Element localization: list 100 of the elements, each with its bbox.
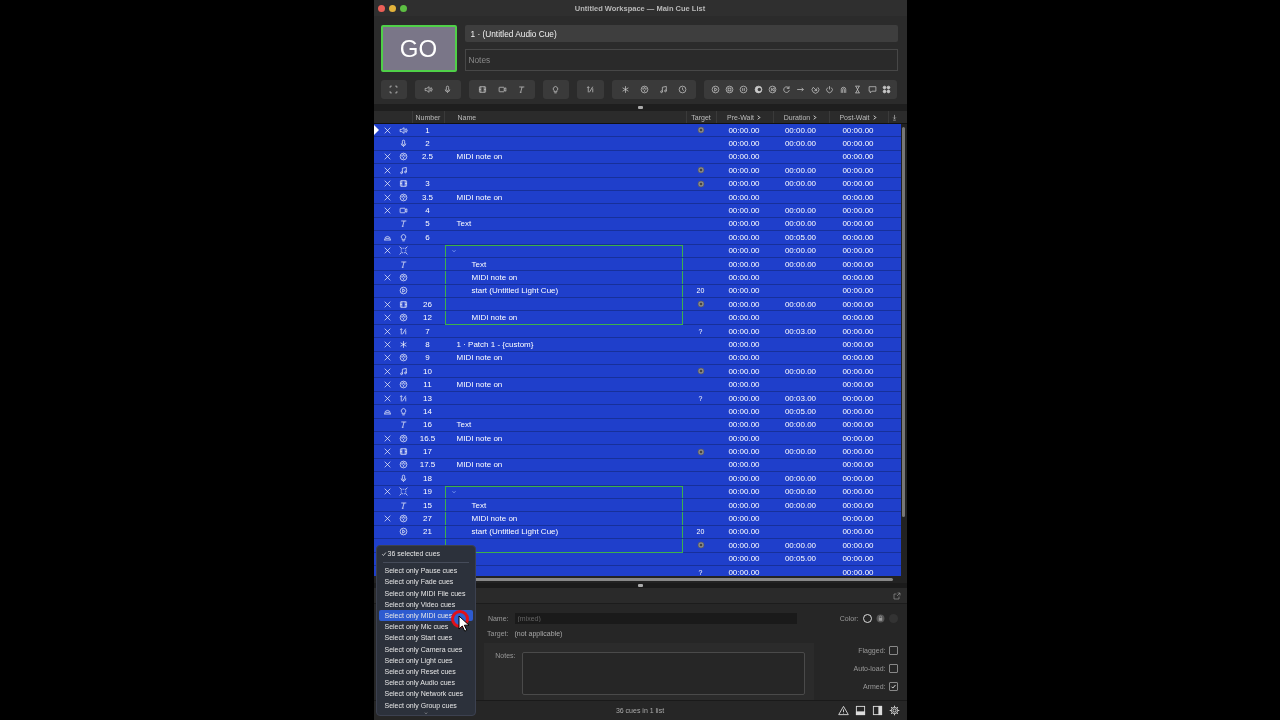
cue-row[interactable]: 1 00:00.00 00:00.00 00:00.00	[373, 124, 901, 138]
splitter-handle[interactable]	[637, 106, 643, 109]
pop-out-icon[interactable]	[892, 591, 901, 600]
post-wait-time: 00:00.00	[842, 192, 874, 202]
play-icon[interactable]	[711, 85, 720, 94]
cue-name: MIDI note on	[471, 273, 518, 282]
settings-icon[interactable]	[888, 705, 900, 716]
stop-icon[interactable]	[725, 85, 735, 94]
cue-number: 27	[423, 514, 432, 523]
cue-name: MIDI note on	[456, 380, 503, 390]
cue-row[interactable]: 12 MIDI note on 00:00.00 00:00.00	[373, 311, 901, 325]
checkbox[interactable]	[888, 646, 898, 655]
cue-number: 16	[423, 420, 432, 430]
duration-time: 00:00.00	[784, 500, 817, 510]
duration-time: 00:00.00	[784, 125, 817, 135]
cue-row[interactable]: 17 00:00.00 00:00.00 00:00.00	[373, 445, 901, 459]
fullscreen-icon[interactable]	[389, 85, 399, 94]
music-note-icon[interactable]	[659, 85, 669, 94]
power-icon[interactable]	[824, 85, 834, 94]
checkbox[interactable]	[888, 682, 898, 691]
pin-icon[interactable]	[891, 113, 898, 121]
post-wait-time: 00:00.00	[842, 139, 874, 149]
cue-row[interactable]: MIDI note on 00:00.00 00:00.00	[373, 271, 901, 285]
cue-number: 15	[423, 500, 432, 510]
cue-name-field[interactable]: 1 · (Untitled Audio Cue)	[464, 25, 898, 42]
scrollbar-thumb[interactable]	[902, 127, 905, 517]
post-wait-time: 00:00.00	[842, 206, 874, 216]
cue-number: 10	[423, 366, 432, 376]
cue-row[interactable]: 14 00:00.00 00:05.00 00:00.00	[373, 405, 901, 419]
minimize-button[interactable]	[388, 4, 396, 12]
cue-row[interactable]: 00:00.00 00:00.00 00:00.00	[373, 164, 901, 178]
load-icon[interactable]	[753, 85, 763, 94]
snowflake-icon[interactable]	[620, 85, 630, 94]
duration-time: 00:00.00	[784, 540, 817, 550]
checkbox[interactable]	[888, 664, 898, 673]
cue-row[interactable]: 10 00:00.00 00:00.00 00:00.00	[373, 365, 901, 379]
hourglass-icon[interactable]	[853, 85, 863, 94]
pre-wait-time: 00:00.00	[728, 514, 760, 523]
cue-row[interactable]: 4 00:00.00 00:00.00 00:00.00	[373, 204, 901, 218]
zoom-button[interactable]	[399, 4, 407, 12]
pre-wait-time: 00:00.00	[728, 540, 760, 550]
post-wait-time: 00:00.00	[842, 540, 874, 550]
post-wait-time: 00:00.00	[842, 353, 874, 363]
duration-time: 00:00.00	[784, 420, 817, 430]
side-panel-icon[interactable]	[871, 705, 883, 716]
pre-wait-time: 00:00.00	[728, 313, 760, 323]
post-wait-time: 00:00.00	[842, 219, 874, 229]
clock-icon[interactable]	[678, 85, 688, 94]
duration-time: 00:00.00	[784, 299, 817, 309]
cue-name: MIDI note on	[456, 152, 503, 162]
notes-field[interactable]	[521, 652, 805, 695]
post-wait-time: 00:00.00	[842, 286, 874, 296]
post-wait-time: 00:00.00	[842, 420, 874, 430]
cue-row[interactable]: 6 00:00.00 00:05.00 00:00.00	[373, 231, 901, 245]
cue-number: 1	[425, 125, 430, 135]
notes-field[interactable]: Notes	[464, 49, 898, 71]
cue-name: MIDI note on	[456, 433, 503, 443]
text-icon[interactable]	[516, 85, 526, 94]
duration-time: 00:05.00	[784, 232, 817, 242]
lock-icon[interactable]	[875, 614, 885, 623]
cue-name: MIDI note on	[471, 313, 518, 323]
reset-icon[interactable]	[782, 85, 792, 94]
post-wait-time: 00:00.00	[842, 500, 874, 510]
fade-icon[interactable]	[585, 85, 595, 94]
warning-icon[interactable]	[837, 705, 849, 716]
arrow-icon[interactable]	[796, 85, 806, 94]
film-icon[interactable]	[478, 85, 488, 94]
close-button[interactable]	[377, 4, 385, 12]
cue-row[interactable]: 2 00:00.00 00:00.00 00:00.00	[373, 137, 901, 151]
connector-icon[interactable]	[640, 85, 649, 94]
cue-row[interactable]: 8 1 · Patch 1 - {custom} 00:00.00 00:00.00	[373, 338, 901, 352]
pre-wait-time: 00:00.00	[728, 433, 760, 443]
pre-wait-time: 00:00.00	[728, 366, 760, 376]
post-wait-time: 00:00.00	[842, 406, 874, 416]
cue-row[interactable]: 18 00:00.00 00:00.00 00:00.00	[373, 472, 901, 486]
splitter-handle[interactable]	[637, 584, 643, 587]
speaker-icon[interactable]	[424, 85, 434, 94]
pre-wait-time: 00:00.00	[728, 179, 760, 189]
microphone-icon[interactable]	[443, 85, 453, 94]
duration-time: 00:00.00	[784, 165, 817, 175]
cue-row[interactable]: 11 MIDI note on 00:00.00 00:00.00	[373, 378, 901, 392]
pre-wait-time: 00:00.00	[728, 273, 760, 282]
go-button[interactable]: GO	[380, 25, 457, 72]
camera-icon[interactable]	[497, 85, 507, 94]
cue-row[interactable]: 27 MIDI note on 00:00.00 00:00.00	[373, 512, 901, 526]
bottom-panel-icon[interactable]	[854, 705, 866, 716]
duration-time: 00:00.00	[784, 473, 817, 483]
pre-wait-time: 00:00.00	[728, 500, 760, 510]
pre-wait-time: 00:00.00	[728, 487, 760, 497]
cue-name: Text	[471, 500, 487, 510]
grid-icon[interactable]	[881, 85, 891, 94]
rewind-icon[interactable]	[767, 85, 777, 94]
arc-icon[interactable]	[839, 85, 849, 94]
cue-row[interactable]: 26 00:00.00 00:00.00 00:00.00	[373, 298, 901, 312]
cue-number: 3	[425, 179, 430, 189]
circle-arrow-icon[interactable]	[810, 85, 820, 94]
scrollbar-thumb[interactable]	[473, 578, 893, 581]
pause-icon[interactable]	[739, 85, 749, 94]
speech-bubble-icon[interactable]	[867, 85, 877, 94]
light-bulb-icon[interactable]	[551, 85, 561, 94]
